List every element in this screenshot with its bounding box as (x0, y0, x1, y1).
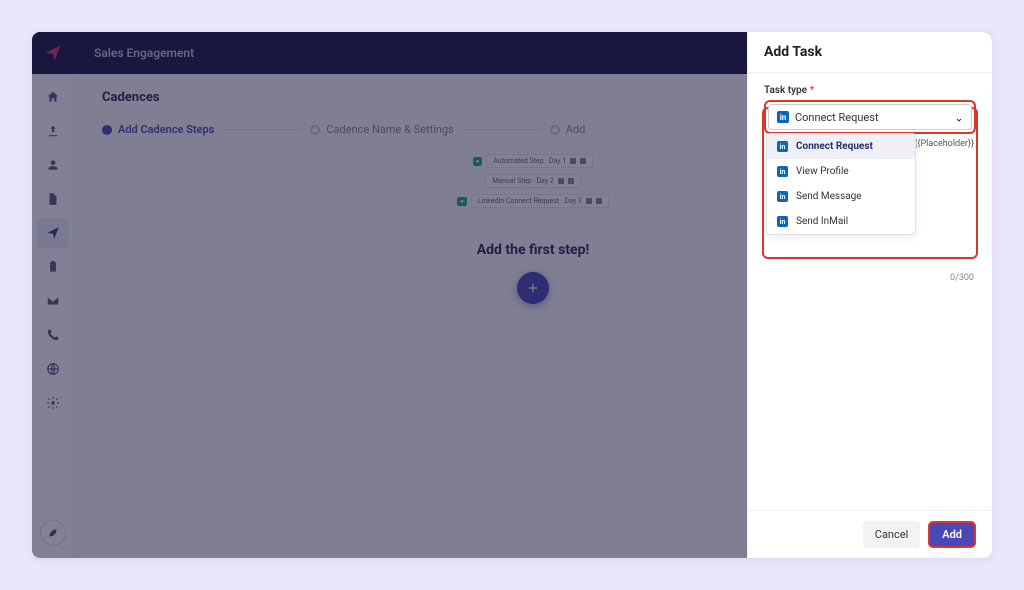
step-label: Add Cadence Steps (118, 123, 214, 136)
app-window: Sales Engagement Cadences Add Cadence St… (32, 32, 992, 558)
option-label: Send Message (796, 191, 862, 202)
label-text: Task type (764, 85, 807, 96)
linkedin-icon: in (777, 216, 788, 227)
option-connect-request[interactable]: in Connect Request (767, 134, 915, 159)
preview-text: LinkedIn Connect Request · Day 3 (478, 197, 582, 205)
char-count: 0/300 (950, 273, 974, 283)
panel-body: Task type * in Connect Request in Connec… (748, 73, 992, 510)
sidebar-clipboard-icon[interactable] (37, 252, 69, 282)
mini-icon (580, 158, 586, 164)
sidebar-file-icon[interactable] (37, 184, 69, 214)
sidebar-fab-rocket[interactable] (40, 520, 66, 546)
sidebar-home-icon[interactable] (37, 82, 69, 112)
auto-badge-icon: ● (457, 197, 467, 206)
option-view-profile[interactable]: in View Profile (767, 159, 915, 184)
step-dot-icon (102, 125, 112, 135)
mini-icon (596, 198, 602, 204)
preview-row: Manual Step · Day 2 (485, 174, 581, 188)
add-button[interactable]: Add (928, 521, 976, 548)
step-divider (222, 129, 302, 130)
task-type-dropdown: in Connect Request in View Profile in Se… (766, 133, 916, 235)
sidebar-globe-icon[interactable] (37, 354, 69, 384)
sidebar-phone-icon[interactable] (37, 320, 69, 350)
option-send-message[interactable]: in Send Message (767, 184, 915, 209)
option-label: Connect Request (796, 141, 873, 152)
selected-value: Connect Request (795, 111, 879, 124)
sidebar-user-icon[interactable] (37, 150, 69, 180)
preview-row: ● LinkedIn Connect Request · Day 3 (457, 194, 608, 208)
step-label: Cadence Name & Settings (326, 123, 453, 136)
step-dot-icon (310, 125, 320, 135)
mini-icon (586, 198, 592, 204)
mini-icon (568, 178, 574, 184)
linkedin-icon: in (777, 111, 789, 123)
option-label: View Profile (796, 166, 849, 177)
topbar-title: Sales Engagement (74, 46, 194, 60)
panel-title: Add Task (748, 32, 992, 73)
sidebar-mail-icon[interactable] (37, 286, 69, 316)
option-send-inmail[interactable]: in Send InMail (767, 209, 915, 234)
sidebar (32, 74, 74, 558)
task-type-select-highlight: in Connect Request (764, 100, 976, 134)
sidebar-send-icon[interactable] (37, 218, 69, 248)
auto-badge-icon: ● (473, 157, 483, 166)
panel-footer: Cancel Add (748, 510, 992, 558)
mini-icon (558, 178, 564, 184)
required-asterisk: * (810, 85, 815, 96)
mini-icon (570, 158, 576, 164)
placeholder-token[interactable]: {{Placeholder}} (914, 139, 974, 149)
step-name-settings[interactable]: Cadence Name & Settings (310, 123, 453, 136)
sidebar-settings-icon[interactable] (37, 388, 69, 418)
task-type-label: Task type * (764, 85, 976, 96)
sidebar-upload-icon[interactable] (37, 116, 69, 146)
preview-text: Automated Step · Day 1 (493, 157, 566, 165)
linkedin-icon: in (777, 166, 788, 177)
preview-card[interactable]: Automated Step · Day 1 (486, 154, 593, 168)
preview-row: ● Automated Step · Day 1 (473, 154, 594, 168)
add-task-panel: Add Task Task type * in Connect Request … (747, 32, 992, 558)
app-logo (32, 32, 74, 74)
preview-card[interactable]: Manual Step · Day 2 (485, 174, 581, 188)
option-label: Send InMail (796, 216, 848, 227)
task-type-select[interactable]: in Connect Request (768, 104, 972, 130)
add-step-button[interactable] (517, 272, 549, 304)
step-dot-icon (550, 125, 560, 135)
step-label: Add (566, 123, 586, 136)
step-add-cadence[interactable]: Add Cadence Steps (102, 123, 214, 136)
step-add[interactable]: Add (550, 123, 586, 136)
cancel-button[interactable]: Cancel (863, 521, 920, 548)
chevron-down-icon (955, 114, 963, 127)
add-first-heading: Add the first step! (477, 242, 590, 258)
step-divider (462, 129, 542, 130)
preview-text: Manual Step · Day 2 (492, 177, 554, 185)
linkedin-icon: in (777, 191, 788, 202)
linkedin-icon: in (777, 141, 788, 152)
preview-card[interactable]: LinkedIn Connect Request · Day 3 (471, 194, 609, 208)
